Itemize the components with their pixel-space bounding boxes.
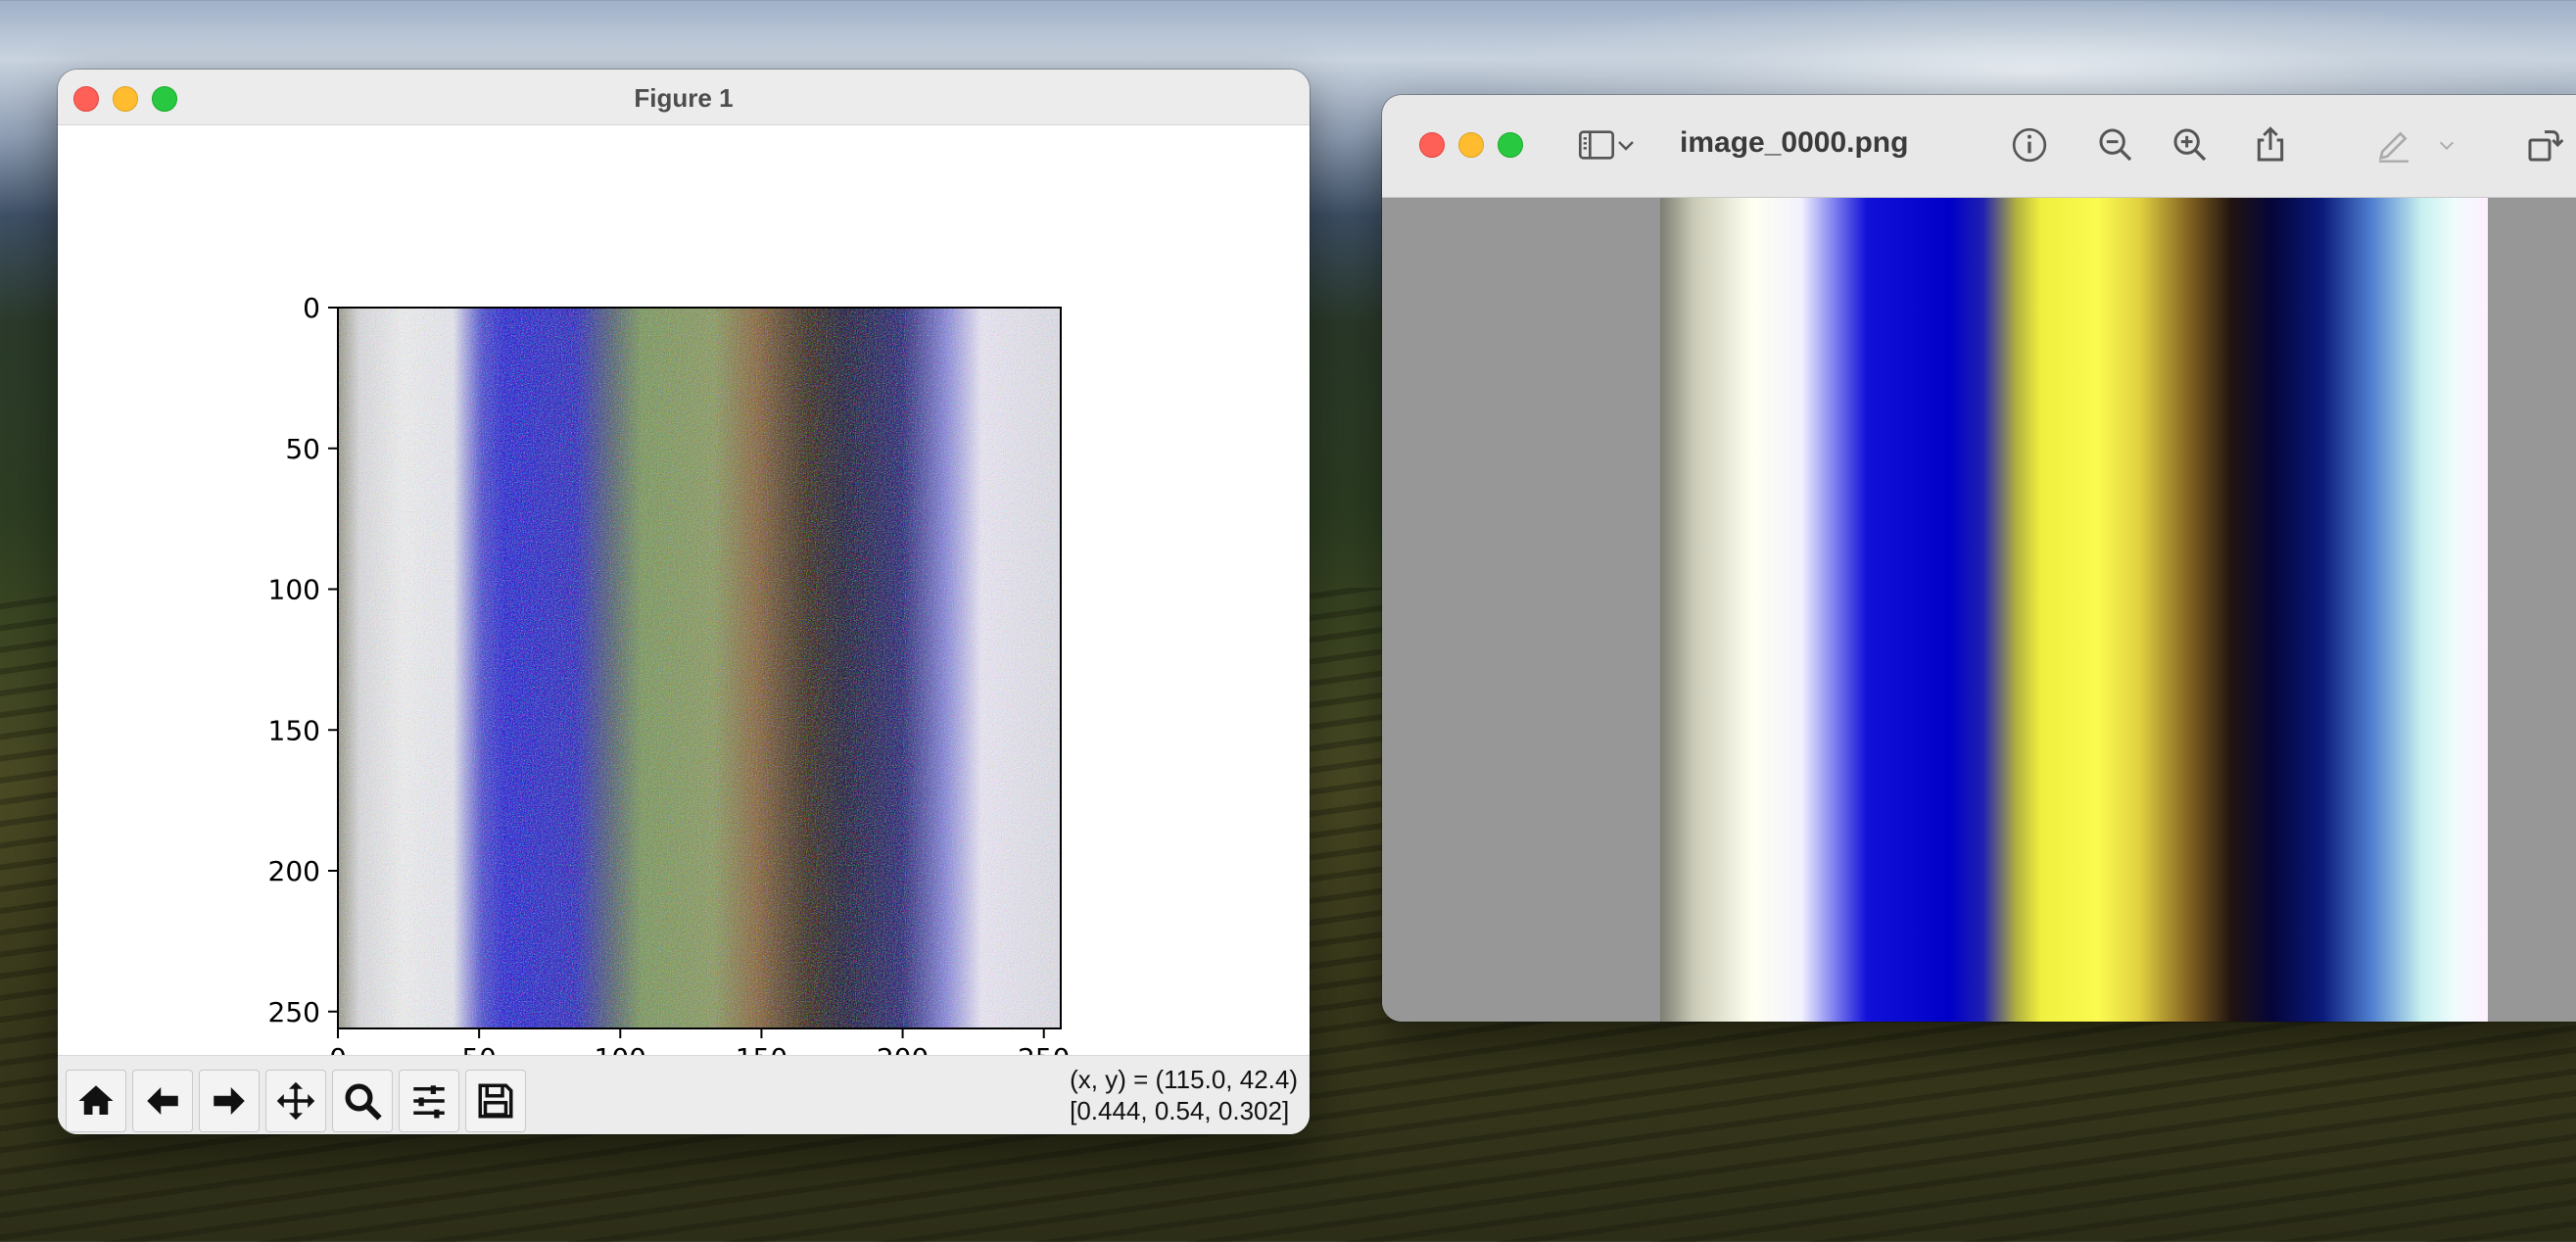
zoom-magnifier-icon bbox=[345, 1083, 382, 1121]
preview-titlebar[interactable]: image_0000.png bbox=[1382, 95, 2576, 198]
window-title: Figure 1 bbox=[634, 83, 734, 113]
y-tick-label: 50 bbox=[285, 433, 320, 465]
info-icon bbox=[2012, 127, 2047, 163]
x-tick-label: 150 bbox=[736, 1042, 787, 1056]
sidebar-icon bbox=[1579, 130, 1614, 160]
zoom-out-button[interactable] bbox=[2093, 122, 2138, 167]
forward-arrow-icon bbox=[214, 1087, 245, 1115]
back-button[interactable] bbox=[132, 1070, 193, 1132]
share-button[interactable] bbox=[2248, 122, 2293, 167]
coords-xy: (x, y) = (115.0, 42.4) bbox=[1070, 1065, 1298, 1094]
x-axis: 0 50 100 150 200 250 bbox=[329, 1028, 1070, 1075]
configure-subplots-button[interactable] bbox=[399, 1070, 459, 1132]
forward-button[interactable] bbox=[199, 1070, 260, 1132]
preview-content[interactable] bbox=[1382, 198, 2576, 1022]
heatmap-image[interactable] bbox=[338, 308, 1061, 1028]
zoom-rect-button[interactable] bbox=[332, 1070, 393, 1132]
view-menu-button[interactable] bbox=[1611, 122, 1641, 167]
y-tick-label: 150 bbox=[268, 714, 320, 746]
y-axis: 0 50 100 150 200 250 bbox=[268, 292, 338, 1028]
figure-window[interactable]: Figure 1 0 50 100 150 200 250 (x, y) = (… bbox=[58, 70, 1310, 1134]
markup-chevron-icon bbox=[2439, 141, 2455, 150]
minimize-button[interactable] bbox=[1458, 132, 1484, 158]
rotate-icon bbox=[2528, 130, 2564, 162]
cursor-coordinates: (x, y) = (115.0, 42.4) [0.444, 0.54, 0.3… bbox=[1070, 1064, 1298, 1126]
preview-window[interactable]: image_0000.png bbox=[1382, 95, 2576, 1022]
zoom-button[interactable] bbox=[1498, 132, 1523, 158]
chevron-down-icon bbox=[1618, 141, 1634, 151]
y-tick-label: 200 bbox=[268, 855, 320, 887]
document-title: image_0000.png bbox=[1680, 126, 1909, 159]
figure-titlebar[interactable]: Figure 1 bbox=[58, 70, 1310, 125]
x-tick-label: 200 bbox=[877, 1042, 929, 1056]
navigation-toolbar: (x, y) = (115.0, 42.4) [0.444, 0.54, 0.3… bbox=[58, 1055, 1310, 1134]
x-tick-label: 250 bbox=[1018, 1042, 1070, 1056]
x-tick-label: 50 bbox=[461, 1042, 497, 1056]
zoom-in-icon bbox=[2173, 128, 2207, 162]
y-tick-label: 250 bbox=[268, 996, 320, 1028]
close-button[interactable] bbox=[1419, 132, 1445, 158]
y-tick-label: 100 bbox=[268, 574, 320, 606]
save-disk-icon bbox=[478, 1083, 513, 1119]
zoom-out-icon bbox=[2099, 128, 2132, 162]
subplots-sliders-icon bbox=[413, 1085, 445, 1119]
x-tick-label: 0 bbox=[329, 1042, 347, 1056]
plot-area[interactable]: 0 50 100 150 200 250 0 50 100 150 200 250 bbox=[58, 125, 1310, 1075]
share-icon bbox=[2257, 126, 2284, 162]
preview-image[interactable] bbox=[1660, 198, 2488, 1022]
zoom-in-button[interactable] bbox=[2168, 122, 2213, 167]
x-tick-label: 100 bbox=[595, 1042, 646, 1056]
info-button[interactable] bbox=[2007, 122, 2052, 167]
figure-canvas[interactable]: 0 50 100 150 200 250 0 50 100 150 200 250 bbox=[58, 125, 1310, 1075]
markup-pencil-icon bbox=[2378, 131, 2409, 163]
home-button[interactable] bbox=[66, 1070, 126, 1132]
save-button[interactable] bbox=[465, 1070, 526, 1132]
coords-rgb: [0.444, 0.54, 0.302] bbox=[1070, 1096, 1290, 1125]
markup-menu-button[interactable] bbox=[2432, 122, 2461, 167]
rotate-button[interactable] bbox=[2522, 122, 2567, 167]
back-arrow-icon bbox=[147, 1087, 178, 1115]
pan-move-icon bbox=[276, 1081, 315, 1121]
markup-button[interactable] bbox=[2371, 122, 2416, 167]
home-icon bbox=[78, 1085, 114, 1115]
y-tick-label: 0 bbox=[303, 292, 320, 324]
pan-button[interactable] bbox=[265, 1070, 326, 1132]
